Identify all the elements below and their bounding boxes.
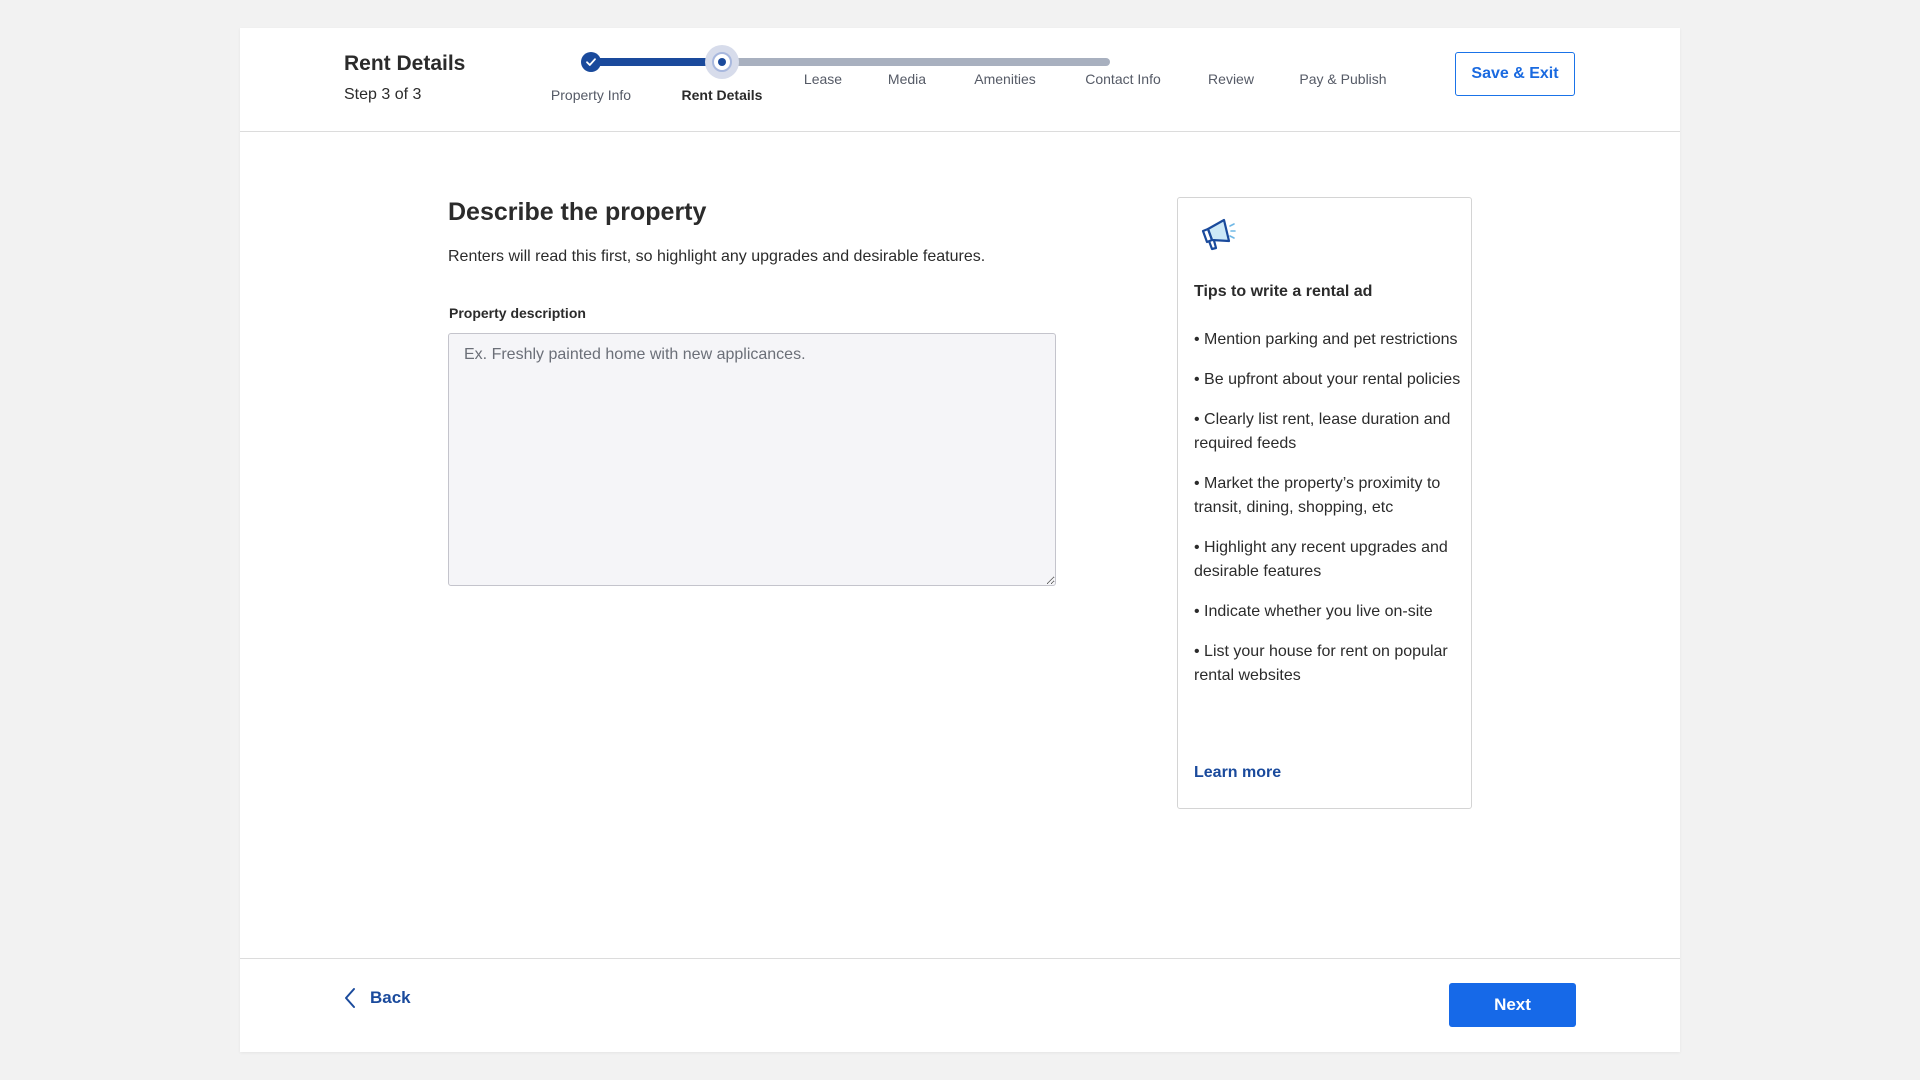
- back-label: Back: [370, 988, 411, 1007]
- checkmark-icon: [586, 58, 596, 66]
- megaphone-icon: [1201, 218, 1236, 251]
- step-label-pay-publish: Pay & Publish: [1299, 71, 1387, 87]
- step-label-rent-details: Rent Details: [681, 87, 763, 103]
- tips-title: Tips to write a rental ad: [1194, 283, 1373, 300]
- step-label-contact-info: Contact Info: [1085, 71, 1161, 87]
- step-label-lease: Lease: [803, 71, 843, 87]
- tips-panel: Tips to write a rental ad • Mention park…: [1177, 197, 1472, 809]
- page-title: Rent Details: [344, 52, 466, 75]
- step-label-review: Review: [1208, 71, 1254, 87]
- step-current-marker: [712, 52, 732, 72]
- save-exit-button[interactable]: Save & Exit: [1455, 52, 1575, 96]
- wizard-card: Rent Details Step 3 of 3 Property Info R…: [240, 28, 1680, 1052]
- step-label-media: Media: [887, 71, 927, 87]
- step-counter: Step 3 of 3: [344, 86, 422, 103]
- section-subtitle: Renters will read this first, so highlig…: [448, 248, 986, 265]
- step-current-dot: [718, 58, 726, 66]
- step-label-amenities: Amenities: [974, 71, 1036, 87]
- tip-item: • List your house for rent on popular re…: [1194, 643, 1448, 684]
- tips-list: • Mention parking and pet restrictions •…: [1194, 328, 1462, 704]
- step-done-marker[interactable]: [581, 52, 601, 72]
- back-button[interactable]: Back: [344, 987, 411, 1009]
- learn-more-link[interactable]: Learn more: [1194, 764, 1281, 782]
- tip-item: • Indicate whether you live on-site: [1194, 603, 1433, 620]
- tip-item: • Clearly list rent, lease duration and …: [1194, 411, 1451, 452]
- tip-item: • Market the property’s proximity to tra…: [1194, 475, 1441, 516]
- tip-item: • Highlight any recent upgrades and desi…: [1194, 539, 1448, 580]
- section-title: Describe the property: [448, 198, 707, 226]
- chevron-left-icon: [345, 988, 355, 1008]
- wizard-header: Rent Details Step 3 of 3 Property Info R…: [240, 28, 1680, 132]
- property-description-input[interactable]: [448, 333, 1056, 586]
- progress-fill: [590, 58, 720, 66]
- step-label-property-info[interactable]: Property Info: [551, 87, 631, 103]
- tip-item: • Be upfront about your rental policies: [1194, 371, 1461, 388]
- property-description-label: Property description: [449, 305, 586, 321]
- next-button[interactable]: Next: [1449, 983, 1576, 1027]
- tip-item: • Mention parking and pet restrictions: [1194, 331, 1458, 348]
- wizard-footer: Back Next: [240, 958, 1680, 1052]
